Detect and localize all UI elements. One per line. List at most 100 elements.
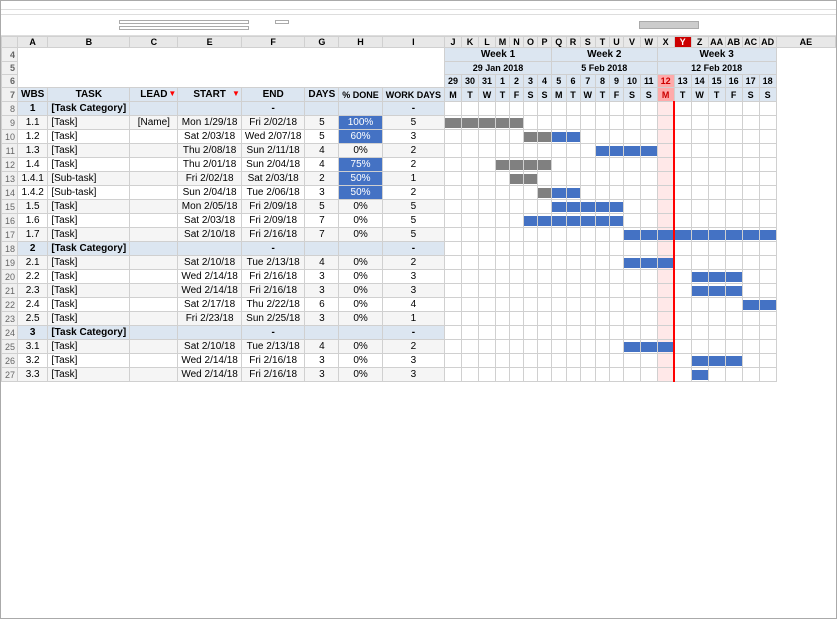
lead-cell xyxy=(130,284,178,298)
gantt-cell xyxy=(596,158,610,172)
gantt-cell xyxy=(674,312,691,326)
task-cell: [Task] xyxy=(48,144,130,158)
gantt-cell xyxy=(524,354,538,368)
col-B: B xyxy=(48,37,130,48)
gantt-cell xyxy=(674,354,691,368)
gantt-cell xyxy=(580,354,596,368)
gantt-cell xyxy=(479,200,496,214)
gantt-cell xyxy=(759,214,776,228)
gantt-cell xyxy=(742,298,759,312)
gantt-cell xyxy=(674,186,691,200)
days-cell: 3 xyxy=(305,186,339,200)
gantt-cell xyxy=(580,270,596,284)
start-date-value[interactable] xyxy=(119,20,249,24)
gantt-cell xyxy=(759,158,776,172)
gantt-cell xyxy=(691,144,708,158)
gantt-cell xyxy=(444,172,461,186)
gantt-cell xyxy=(708,186,725,200)
gantt-cell xyxy=(674,130,691,144)
gantt-cell xyxy=(510,130,524,144)
gantt-cell xyxy=(657,368,674,382)
end-cell: Tue 2/13/18 xyxy=(241,340,305,354)
gantt-cell xyxy=(742,326,759,340)
pct-cell: 50% xyxy=(339,172,383,186)
gantt-cell xyxy=(524,298,538,312)
gantt-cell xyxy=(708,200,725,214)
gantt-cell xyxy=(462,102,479,116)
gantt-cell xyxy=(657,144,674,158)
gantt-cell xyxy=(596,312,610,326)
gantt-cell xyxy=(742,228,759,242)
gantt-cell xyxy=(580,284,596,298)
gantt-cell xyxy=(538,102,552,116)
gantt-cell xyxy=(538,214,552,228)
start-cell: Wed 2/14/18 xyxy=(178,284,242,298)
gantt-cell xyxy=(624,284,641,298)
gantt-cell xyxy=(641,172,658,186)
gantt-cell xyxy=(538,116,552,130)
gantt-cell xyxy=(596,256,610,270)
lead-cell xyxy=(130,256,178,270)
gantt-cell xyxy=(725,284,742,298)
display-week-value[interactable] xyxy=(275,20,289,24)
week-header-row: 4 Week 1 Week 2 Week 3 xyxy=(2,48,836,62)
gantt-cell xyxy=(624,256,641,270)
gantt-cell xyxy=(552,284,567,298)
end-cell: Tue 2/06/18 xyxy=(241,186,305,200)
gantt-cell xyxy=(580,326,596,340)
wbs-cell: 1.6 xyxy=(18,214,48,228)
gantt-cell xyxy=(462,130,479,144)
start-cell: Sat 2/10/18 xyxy=(178,228,242,242)
gantt-cell xyxy=(641,130,658,144)
gantt-cell xyxy=(708,214,725,228)
gantt-cell xyxy=(566,298,580,312)
gantt-cell xyxy=(462,172,479,186)
gantt-cell xyxy=(641,298,658,312)
wbs-cell: 2.2 xyxy=(18,270,48,284)
gantt-cell xyxy=(566,270,580,284)
gantt-cell xyxy=(580,172,596,186)
lead-value[interactable] xyxy=(119,26,249,30)
col-D: E xyxy=(178,37,242,48)
gantt-cell xyxy=(479,326,496,340)
gantt-cell xyxy=(742,242,759,256)
gantt-cell xyxy=(566,256,580,270)
gantt-cell xyxy=(691,326,708,340)
wbs-cell: 2 xyxy=(18,242,48,256)
gantt-cell xyxy=(674,158,691,172)
col-letters-row: A B C E F G H I J K L M N O P Q R xyxy=(2,37,836,48)
gantt-cell xyxy=(444,368,461,382)
end-cell: - xyxy=(241,102,305,116)
gantt-cell xyxy=(479,340,496,354)
gantt-cell xyxy=(479,144,496,158)
gantt-cell xyxy=(610,116,624,130)
gantt-cell xyxy=(479,158,496,172)
task-row: 253.1[Task]Sat 2/10/18Tue 2/13/1840%2 xyxy=(2,340,836,354)
gantt-cell xyxy=(674,214,691,228)
nav-scrollbar[interactable] xyxy=(639,21,699,29)
days-cell: 4 xyxy=(305,144,339,158)
gantt-cell xyxy=(725,368,742,382)
gantt-cell xyxy=(624,102,641,116)
task-row: 91.1[Task][Name]Mon 1/29/18Fri 2/02/1851… xyxy=(2,116,836,130)
gantt-cell xyxy=(479,228,496,242)
wbs-cell: 1.2 xyxy=(18,130,48,144)
gantt-cell xyxy=(742,214,759,228)
gantt-cell xyxy=(641,214,658,228)
gantt-cell xyxy=(657,326,674,340)
gantt-cell xyxy=(657,242,674,256)
row-number: 9 xyxy=(2,116,18,130)
gantt-cell xyxy=(462,200,479,214)
gantt-cell xyxy=(674,144,691,158)
gantt-cell xyxy=(641,354,658,368)
gantt-cell xyxy=(624,186,641,200)
gantt-cell xyxy=(596,186,610,200)
gantt-cell xyxy=(596,368,610,382)
gantt-cell xyxy=(596,172,610,186)
gantt-cell xyxy=(674,284,691,298)
start-cell: Sat 2/03/18 xyxy=(178,214,242,228)
gantt-cell xyxy=(657,270,674,284)
gantt-cell xyxy=(708,326,725,340)
gantt-cell xyxy=(462,144,479,158)
gantt-cell xyxy=(596,116,610,130)
